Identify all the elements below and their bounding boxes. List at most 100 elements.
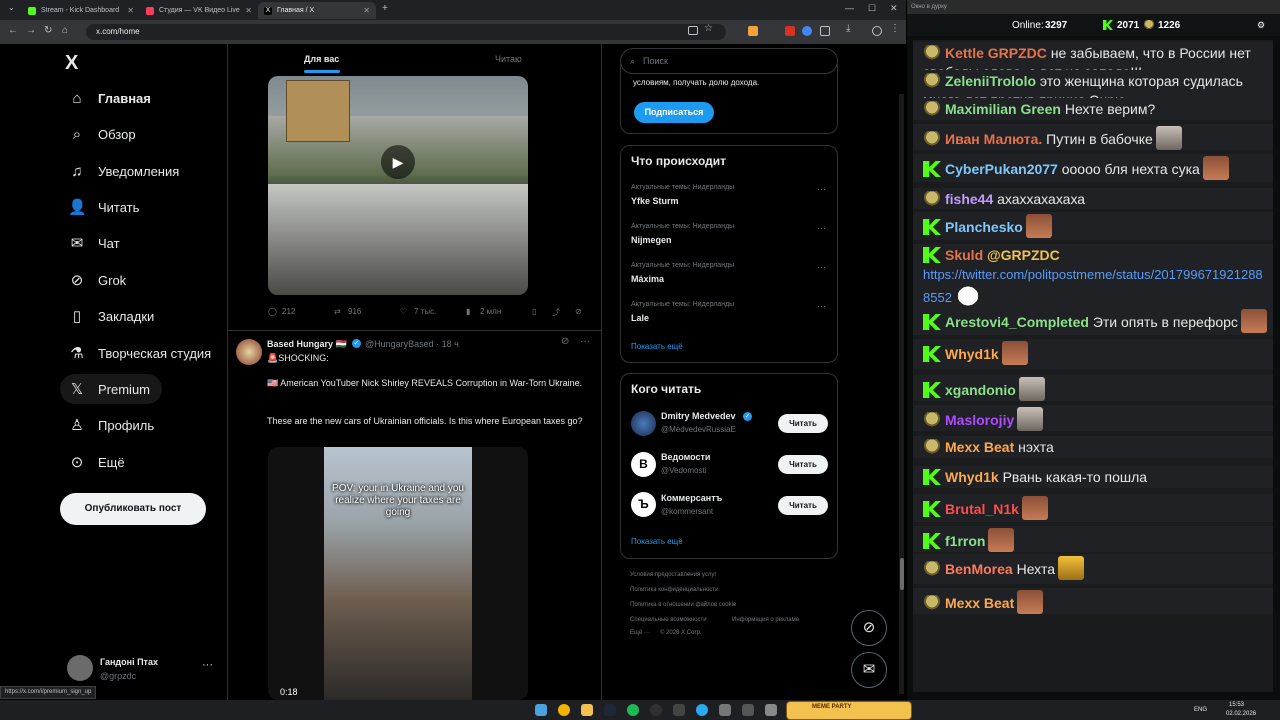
scrollbar-thumb[interactable] xyxy=(900,558,904,590)
more-dots-icon[interactable]: ··· xyxy=(580,336,590,347)
clock-time[interactable]: 15:53 xyxy=(1229,702,1244,708)
download-icon[interactable]: ⤓ xyxy=(846,23,856,34)
repost-icon[interactable]: ⇄ xyxy=(334,307,341,316)
chat-username[interactable]: Mexx Beat xyxy=(945,439,1014,455)
back-icon[interactable]: ← xyxy=(8,25,18,36)
tab-kick[interactable]: Stream - Kick Dashboard ✕ xyxy=(22,2,140,19)
chat-username[interactable]: Mexx Beat xyxy=(945,595,1014,611)
meme-party-widget[interactable]: MEME PARTY xyxy=(786,701,912,720)
close-tab-icon[interactable]: ✕ xyxy=(363,6,370,15)
trend-name[interactable]: Nijmegen xyxy=(631,235,672,245)
play-icon[interactable]: ▶ xyxy=(381,145,415,179)
bookmark-icon[interactable]: ▯ xyxy=(532,307,536,316)
tab-for-you[interactable]: Для вас xyxy=(304,54,339,64)
trend-name[interactable]: Yfke Sturm xyxy=(631,196,679,206)
clock-date[interactable]: 02.02.2026 xyxy=(1226,711,1256,717)
tweet-author-name[interactable]: Based Hungary 🇭🇺 xyxy=(267,339,347,350)
minimize-icon[interactable]: — xyxy=(845,3,854,13)
tweet-video[interactable]: ▶ xyxy=(268,76,528,295)
nav-item-grok[interactable]: ⊘ Grok xyxy=(60,265,138,295)
follow-button[interactable]: Читать xyxy=(778,496,828,515)
chat-username[interactable]: BenMorea xyxy=(945,561,1013,577)
close-window-icon[interactable]: ✕ xyxy=(890,3,898,14)
follow-name[interactable]: Ведомости xyxy=(661,452,710,462)
share-icon[interactable]: ⤴ xyxy=(552,307,560,318)
extension-orange-icon[interactable] xyxy=(748,26,758,36)
follow-name[interactable]: Коммерсантъ xyxy=(661,493,722,503)
footer-link[interactable]: Ещё ··· xyxy=(630,630,650,636)
tweet-author-handle[interactable]: @HungaryBased · 18 ч xyxy=(365,339,459,349)
close-tab-icon[interactable]: ✕ xyxy=(127,6,134,15)
tab-x-home[interactable]: X Главная / X ✕ xyxy=(258,2,376,19)
app-icon[interactable] xyxy=(765,704,777,716)
new-tab-button[interactable]: + xyxy=(382,3,388,14)
chat-username[interactable]: Skuld xyxy=(945,247,983,263)
views-icon[interactable]: ▮ xyxy=(466,307,470,316)
star-icon[interactable]: ☆ xyxy=(704,23,714,34)
nav-item-more[interactable]: ⊙ Ещё xyxy=(60,447,137,477)
chat-username[interactable]: Maximilian Green xyxy=(945,101,1061,117)
profile-icon[interactable] xyxy=(872,26,882,36)
forward-icon[interactable]: → xyxy=(26,25,36,36)
close-tab-icon[interactable]: ✕ xyxy=(245,6,252,15)
show-more-link[interactable]: Показать ещё xyxy=(631,537,683,546)
chat-username[interactable]: Brutal_N1k xyxy=(945,501,1019,517)
extension-blue-icon[interactable] xyxy=(802,26,812,36)
reply-icon[interactable]: ◯ xyxy=(268,307,277,316)
app-icon[interactable] xyxy=(742,704,754,716)
like-icon[interactable]: ♡ xyxy=(400,307,407,316)
tweet-video[interactable]: POV: your in Ukraine and you realize whe… xyxy=(268,447,528,700)
more-dots-icon[interactable]: ··· xyxy=(817,262,826,272)
settings-icon[interactable]: ⚙ xyxy=(1257,20,1265,31)
home-button-icon[interactable]: ⌂ xyxy=(62,25,68,36)
chat-username[interactable]: CyberPukan2077 xyxy=(945,161,1058,177)
footer-link[interactable]: Условия предоставления услуг xyxy=(630,572,717,578)
more-dots-icon[interactable]: ··· xyxy=(817,301,826,311)
menu-kebab-icon[interactable]: ⋮ xyxy=(890,23,900,34)
x-logo-icon[interactable]: X xyxy=(65,52,78,75)
footer-link[interactable]: Политика в отношении файлов cookie xyxy=(630,602,736,608)
avatar[interactable] xyxy=(236,339,262,365)
reload-icon[interactable]: ↻ xyxy=(44,25,52,36)
kommersant-logo-icon[interactable]: Ъ xyxy=(631,492,656,517)
subscribe-button[interactable]: Подписаться xyxy=(634,102,714,123)
follow-name[interactable]: Dmitry Medvedev xyxy=(661,411,736,421)
tab-search-icon[interactable]: ⌄ xyxy=(8,3,15,12)
nav-item-profile[interactable]: ♙ Профиль xyxy=(60,410,166,440)
chat-username[interactable]: Planchesko xyxy=(945,219,1023,235)
chat-username[interactable]: fishe44 xyxy=(945,191,993,207)
messages-fab-button[interactable]: ✉ xyxy=(851,652,887,688)
extensions-puzzle-icon[interactable] xyxy=(820,26,830,36)
start-icon[interactable] xyxy=(535,704,547,716)
spotify-icon[interactable] xyxy=(627,704,639,716)
scrollbar-track[interactable] xyxy=(899,94,904,694)
cast-icon[interactable] xyxy=(688,26,698,35)
nav-item-premium[interactable]: 𝕏 Premium xyxy=(60,374,163,404)
footer-link[interactable]: Специальные возможности xyxy=(630,617,707,623)
trend-name[interactable]: Lale xyxy=(631,313,649,323)
nav-item-bookmarks[interactable]: ▯ Закладки xyxy=(60,301,166,331)
chat-username[interactable]: xgandonio xyxy=(945,382,1016,398)
nav-item-home[interactable]: ⌂ Главная xyxy=(60,83,163,113)
nav-item-studio[interactable]: ⚗ Творческая студия xyxy=(60,338,223,368)
chat-username[interactable]: Whyd1k xyxy=(945,469,999,485)
follow-button[interactable]: Читать xyxy=(778,414,828,433)
tab-vk[interactable]: Студия — VK Видео Live ✕ xyxy=(140,2,258,19)
app-icon[interactable] xyxy=(719,704,731,716)
app-icon[interactable] xyxy=(673,704,685,716)
more-dots-icon[interactable]: ··· xyxy=(817,184,826,194)
publish-post-button[interactable]: Опубликовать пост xyxy=(60,493,206,525)
chat-username[interactable]: Maslorojiy xyxy=(945,412,1014,428)
chat-username[interactable]: ZeleniiTrololo xyxy=(945,73,1036,89)
grok-icon[interactable]: ⊘ xyxy=(575,307,582,316)
account-switcher[interactable]: Гандоні Птах @grpzdc ··· xyxy=(67,654,227,684)
extension-red-icon[interactable] xyxy=(785,26,795,36)
show-more-link[interactable]: Показать ещё xyxy=(631,342,683,351)
chat-mention[interactable]: @GRPZDC xyxy=(987,247,1060,263)
maximize-icon[interactable]: ☐ xyxy=(868,3,876,14)
grok-icon[interactable]: ⊘ xyxy=(561,336,569,347)
obs-icon[interactable] xyxy=(650,704,662,716)
footer-link[interactable]: Информация о рекламе xyxy=(732,617,799,623)
chat-mention[interactable]: GRPZDC xyxy=(988,45,1047,61)
chat-username[interactable]: Kettle xyxy=(945,45,984,61)
